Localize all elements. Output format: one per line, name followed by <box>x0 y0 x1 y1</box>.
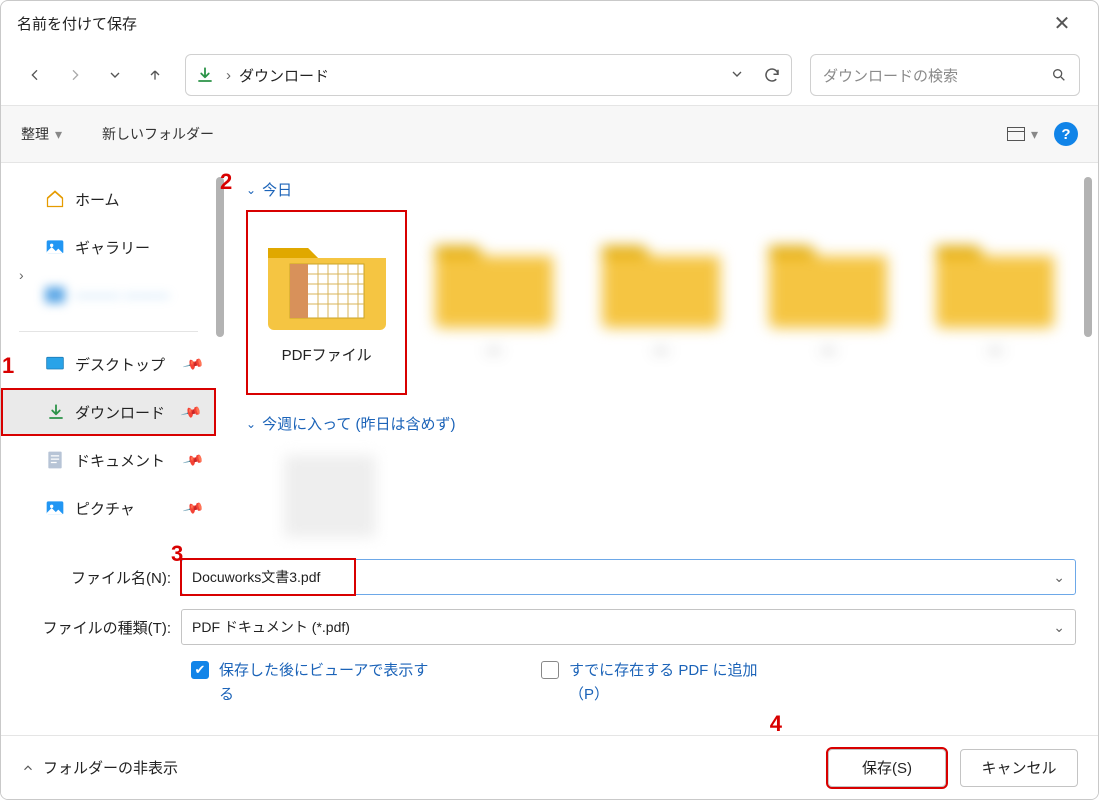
filetype-value: PDF ドキュメント (*.pdf) <box>192 617 1053 637</box>
sidebar-label: ダウンロード <box>75 402 165 423</box>
close-button[interactable]: ✕ <box>1042 11 1082 36</box>
field-area: 3 ファイル名(N): Docuworks文書3.pdf ⌄ ファイルの種類(T… <box>1 549 1098 707</box>
file-pane: 2 ⌄今日 PDFファイル — — — — ⌄今週に入って (昨日は含めず) <box>216 163 1098 549</box>
sidebar-item-desktop[interactable]: デスクトップ 📌 <box>1 340 216 388</box>
chevron-down-icon[interactable]: ⌄ <box>1053 569 1065 586</box>
file-grid: PDFファイル — — — — <box>246 210 1076 395</box>
address-bar[interactable]: › ダウンロード <box>185 54 792 96</box>
sidebar-item-home[interactable]: ホーム <box>1 175 216 223</box>
sidebar-item-downloads[interactable]: ダウンロード 📌 <box>1 388 216 436</box>
chevron-up-icon <box>21 761 35 775</box>
help-button[interactable]: ? <box>1054 122 1078 146</box>
filetype-select[interactable]: PDF ドキュメント (*.pdf) ⌄ <box>181 609 1076 645</box>
footer: フォルダーの非表示 保存(S) キャンセル <box>1 735 1098 799</box>
sidebar-item-documents[interactable]: ドキュメント 📌 <box>1 436 216 484</box>
back-button[interactable] <box>19 59 51 91</box>
file-item-blurred[interactable]: — <box>748 210 909 395</box>
forward-button[interactable] <box>59 59 91 91</box>
search-placeholder: ダウンロードの検索 <box>823 65 1051 86</box>
sidebar-label: ホーム <box>75 189 120 210</box>
pin-icon: 📌 <box>181 496 205 519</box>
chevron-down-icon[interactable]: ⌄ <box>1053 619 1065 636</box>
filename-label: ファイル名(N): <box>23 567 181 588</box>
hide-folders-label: フォルダーの非表示 <box>43 757 178 778</box>
checkbox-append-existing[interactable]: すでに存在する PDF に追加（P） <box>541 659 781 707</box>
sidebar-item-gallery[interactable]: ギャラリー <box>1 223 216 271</box>
checkbox-icon <box>541 661 559 679</box>
filename-value: Docuworks文書3.pdf <box>192 567 1053 587</box>
toolbar: 整理▾ 新しいフォルダー ▾ ? <box>1 105 1098 163</box>
breadcrumb: › ダウンロード <box>226 65 717 86</box>
file-item-blurred[interactable]: — <box>581 210 742 395</box>
group-today[interactable]: ⌄今日 <box>246 179 1076 200</box>
annotation-1: 1 <box>2 353 14 379</box>
separator <box>19 331 198 332</box>
file-item-blurred[interactable]: — <box>915 210 1076 395</box>
group-this-week[interactable]: ⌄今週に入って (昨日は含めず) <box>246 413 1076 434</box>
pin-icon: 📌 <box>181 448 205 471</box>
checkbox-label: すでに存在する PDF に追加（P） <box>569 659 781 707</box>
recent-button[interactable] <box>99 59 131 91</box>
chevron-down-icon: ⌄ <box>246 417 256 431</box>
filetype-row: ファイルの種類(T): PDF ドキュメント (*.pdf) ⌄ <box>23 609 1076 645</box>
sidebar-label: ドキュメント <box>75 450 165 471</box>
filetype-label: ファイルの種類(T): <box>23 617 181 638</box>
sidebar-label: ギャラリー <box>75 237 150 258</box>
checkbox-icon: ✔ <box>191 661 209 679</box>
checkbox-row: ✔ 保存した後にビューアで表示する すでに存在する PDF に追加（P） <box>23 659 1076 707</box>
home-icon <box>45 189 65 209</box>
search-input[interactable]: ダウンロードの検索 <box>810 54 1080 96</box>
gallery-icon <box>45 237 65 257</box>
annotation-2: 2 <box>220 169 232 195</box>
desktop-icon <box>45 354 65 374</box>
checkbox-open-after[interactable]: ✔ 保存した後にビューアで表示する <box>191 659 431 707</box>
downloads-icon <box>47 403 65 421</box>
up-button[interactable] <box>139 59 171 91</box>
dialog-title: 名前を付けて保存 <box>17 13 1042 34</box>
sidebar-label: デスクトップ <box>75 354 165 375</box>
pin-icon: 📌 <box>179 400 203 423</box>
chevron-down-icon[interactable] <box>729 66 745 84</box>
organize-menu[interactable]: 整理▾ <box>21 124 62 144</box>
save-button[interactable]: 保存(S) <box>828 749 946 787</box>
view-icon <box>1007 127 1025 141</box>
filename-input[interactable]: Docuworks文書3.pdf ⌄ <box>181 559 1076 595</box>
file-label: PDFファイル <box>282 344 372 365</box>
drive-icon <box>45 287 65 303</box>
file-item-pdf-folder[interactable]: PDFファイル <box>246 210 407 395</box>
sidebar-label: ピクチャ <box>75 498 135 519</box>
pictures-icon <box>45 498 65 518</box>
cancel-button[interactable]: キャンセル <box>960 749 1078 787</box>
new-folder-button[interactable]: 新しいフォルダー <box>102 124 214 144</box>
sidebar: ホーム ギャラリー › ——— ——— 1 デスクトップ 📌 ダウンロード � <box>1 163 216 549</box>
folder-icon <box>262 224 392 334</box>
save-as-dialog: 名前を付けて保存 ✕ › ダウンロード ダウンロードの検索 整理▾ 新しいフォル… <box>0 0 1099 800</box>
chevron-right-icon: › <box>226 67 231 84</box>
refresh-button[interactable] <box>763 66 781 84</box>
file-item-blurred[interactable]: — <box>413 210 574 395</box>
checkbox-label: 保存した後にビューアで表示する <box>219 659 431 707</box>
view-mode-button[interactable]: ▾ <box>1007 126 1038 143</box>
document-icon <box>45 450 65 470</box>
filepane-scrollbar[interactable] <box>1084 177 1092 337</box>
downloads-icon <box>196 66 214 84</box>
chevron-down-icon: ⌄ <box>246 183 256 197</box>
search-icon <box>1051 67 1067 83</box>
body: ホーム ギャラリー › ——— ——— 1 デスクトップ 📌 ダウンロード � <box>1 163 1098 549</box>
file-item-blurred[interactable] <box>246 444 414 544</box>
annotation-4: 4 <box>770 711 782 737</box>
hide-folders-button[interactable]: フォルダーの非表示 <box>21 757 178 778</box>
sidebar-item-blurred[interactable]: ——— ——— <box>1 271 216 319</box>
pin-icon: 📌 <box>181 352 205 375</box>
sidebar-item-pictures[interactable]: ピクチャ 📌 <box>1 484 216 532</box>
breadcrumb-location: ダウンロード <box>239 65 329 86</box>
nav-row: › ダウンロード ダウンロードの検索 <box>1 45 1098 105</box>
titlebar: 名前を付けて保存 ✕ <box>1 1 1098 45</box>
sidebar-label: ——— ——— <box>75 287 169 304</box>
